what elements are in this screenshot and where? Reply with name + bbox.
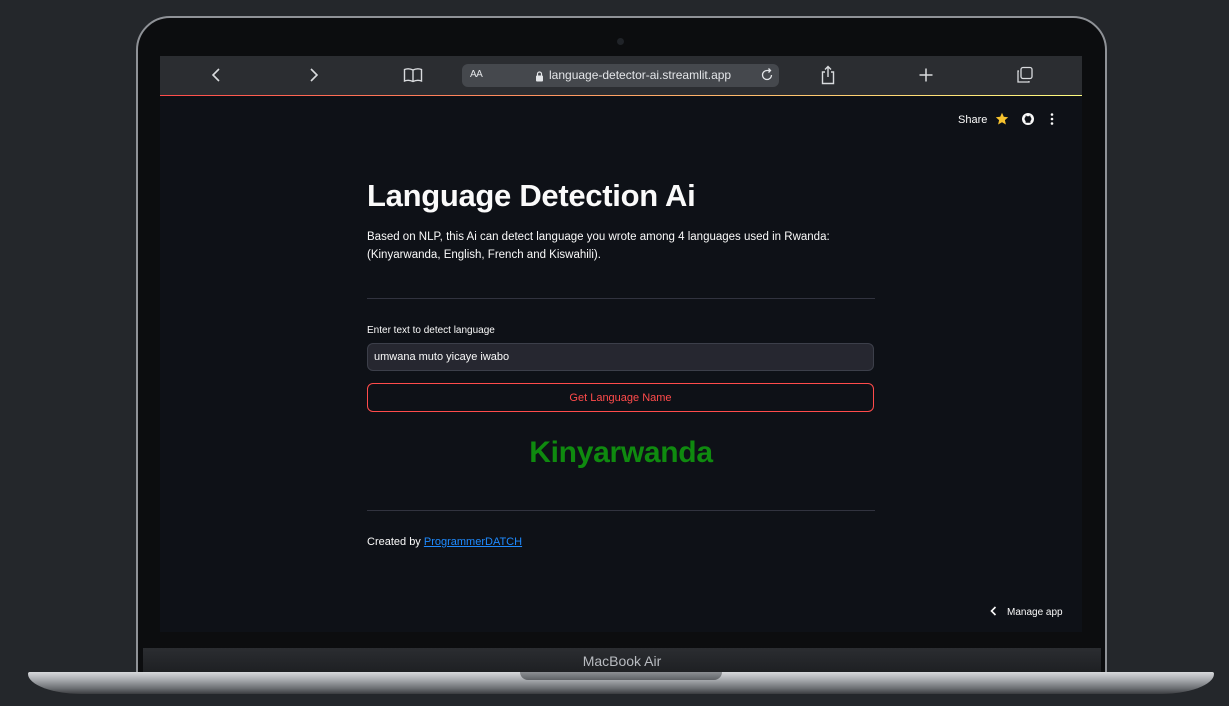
back-icon[interactable] xyxy=(209,65,223,85)
created-by-text: Created by xyxy=(367,536,421,548)
browser-toolbar: AA language-detector-ai.streamlit.app xyxy=(160,56,1082,95)
detected-language-result: Kinyarwanda xyxy=(529,436,713,469)
divider-top xyxy=(367,298,875,299)
new-tab-icon[interactable] xyxy=(918,65,934,85)
screen: AA language-detector-ai.streamlit.app Sh… xyxy=(160,56,1082,632)
footer-credit: Created by ProgrammerDATCH xyxy=(367,536,522,548)
lock-icon xyxy=(535,69,544,87)
text-input[interactable] xyxy=(367,343,874,371)
camera xyxy=(617,38,624,45)
share-button[interactable]: Share xyxy=(958,114,987,126)
text-size-button[interactable]: AA xyxy=(470,69,483,80)
address-bar[interactable]: AA language-detector-ai.streamlit.app xyxy=(462,64,779,87)
author-link[interactable]: ProgrammerDATCH xyxy=(424,536,522,548)
more-options-icon[interactable] xyxy=(1050,112,1054,126)
chevron-left-icon xyxy=(990,606,997,619)
reload-icon[interactable] xyxy=(759,67,775,88)
divider-bottom xyxy=(367,510,875,511)
tabs-overview-icon[interactable] xyxy=(1016,65,1034,85)
bookmarks-icon[interactable] xyxy=(403,65,423,85)
forward-icon[interactable] xyxy=(307,65,321,85)
page-description: Based on NLP, this Ai can detect languag… xyxy=(367,231,830,261)
share-sheet-icon[interactable] xyxy=(820,65,836,85)
github-icon[interactable] xyxy=(1021,112,1035,126)
laptop-notch xyxy=(520,672,722,680)
url-text: language-detector-ai.streamlit.app xyxy=(549,68,732,82)
page-title: Language Detection Ai xyxy=(367,178,696,213)
manage-app-label: Manage app xyxy=(1007,607,1063,618)
manage-app-button[interactable]: Manage app xyxy=(990,606,1063,619)
input-label: Enter text to detect language xyxy=(367,325,495,336)
model-label: MacBook Air xyxy=(582,653,662,669)
star-icon[interactable] xyxy=(995,112,1009,126)
browser-accent-line xyxy=(160,95,1082,96)
get-language-name-button[interactable]: Get Language Name xyxy=(367,383,874,412)
